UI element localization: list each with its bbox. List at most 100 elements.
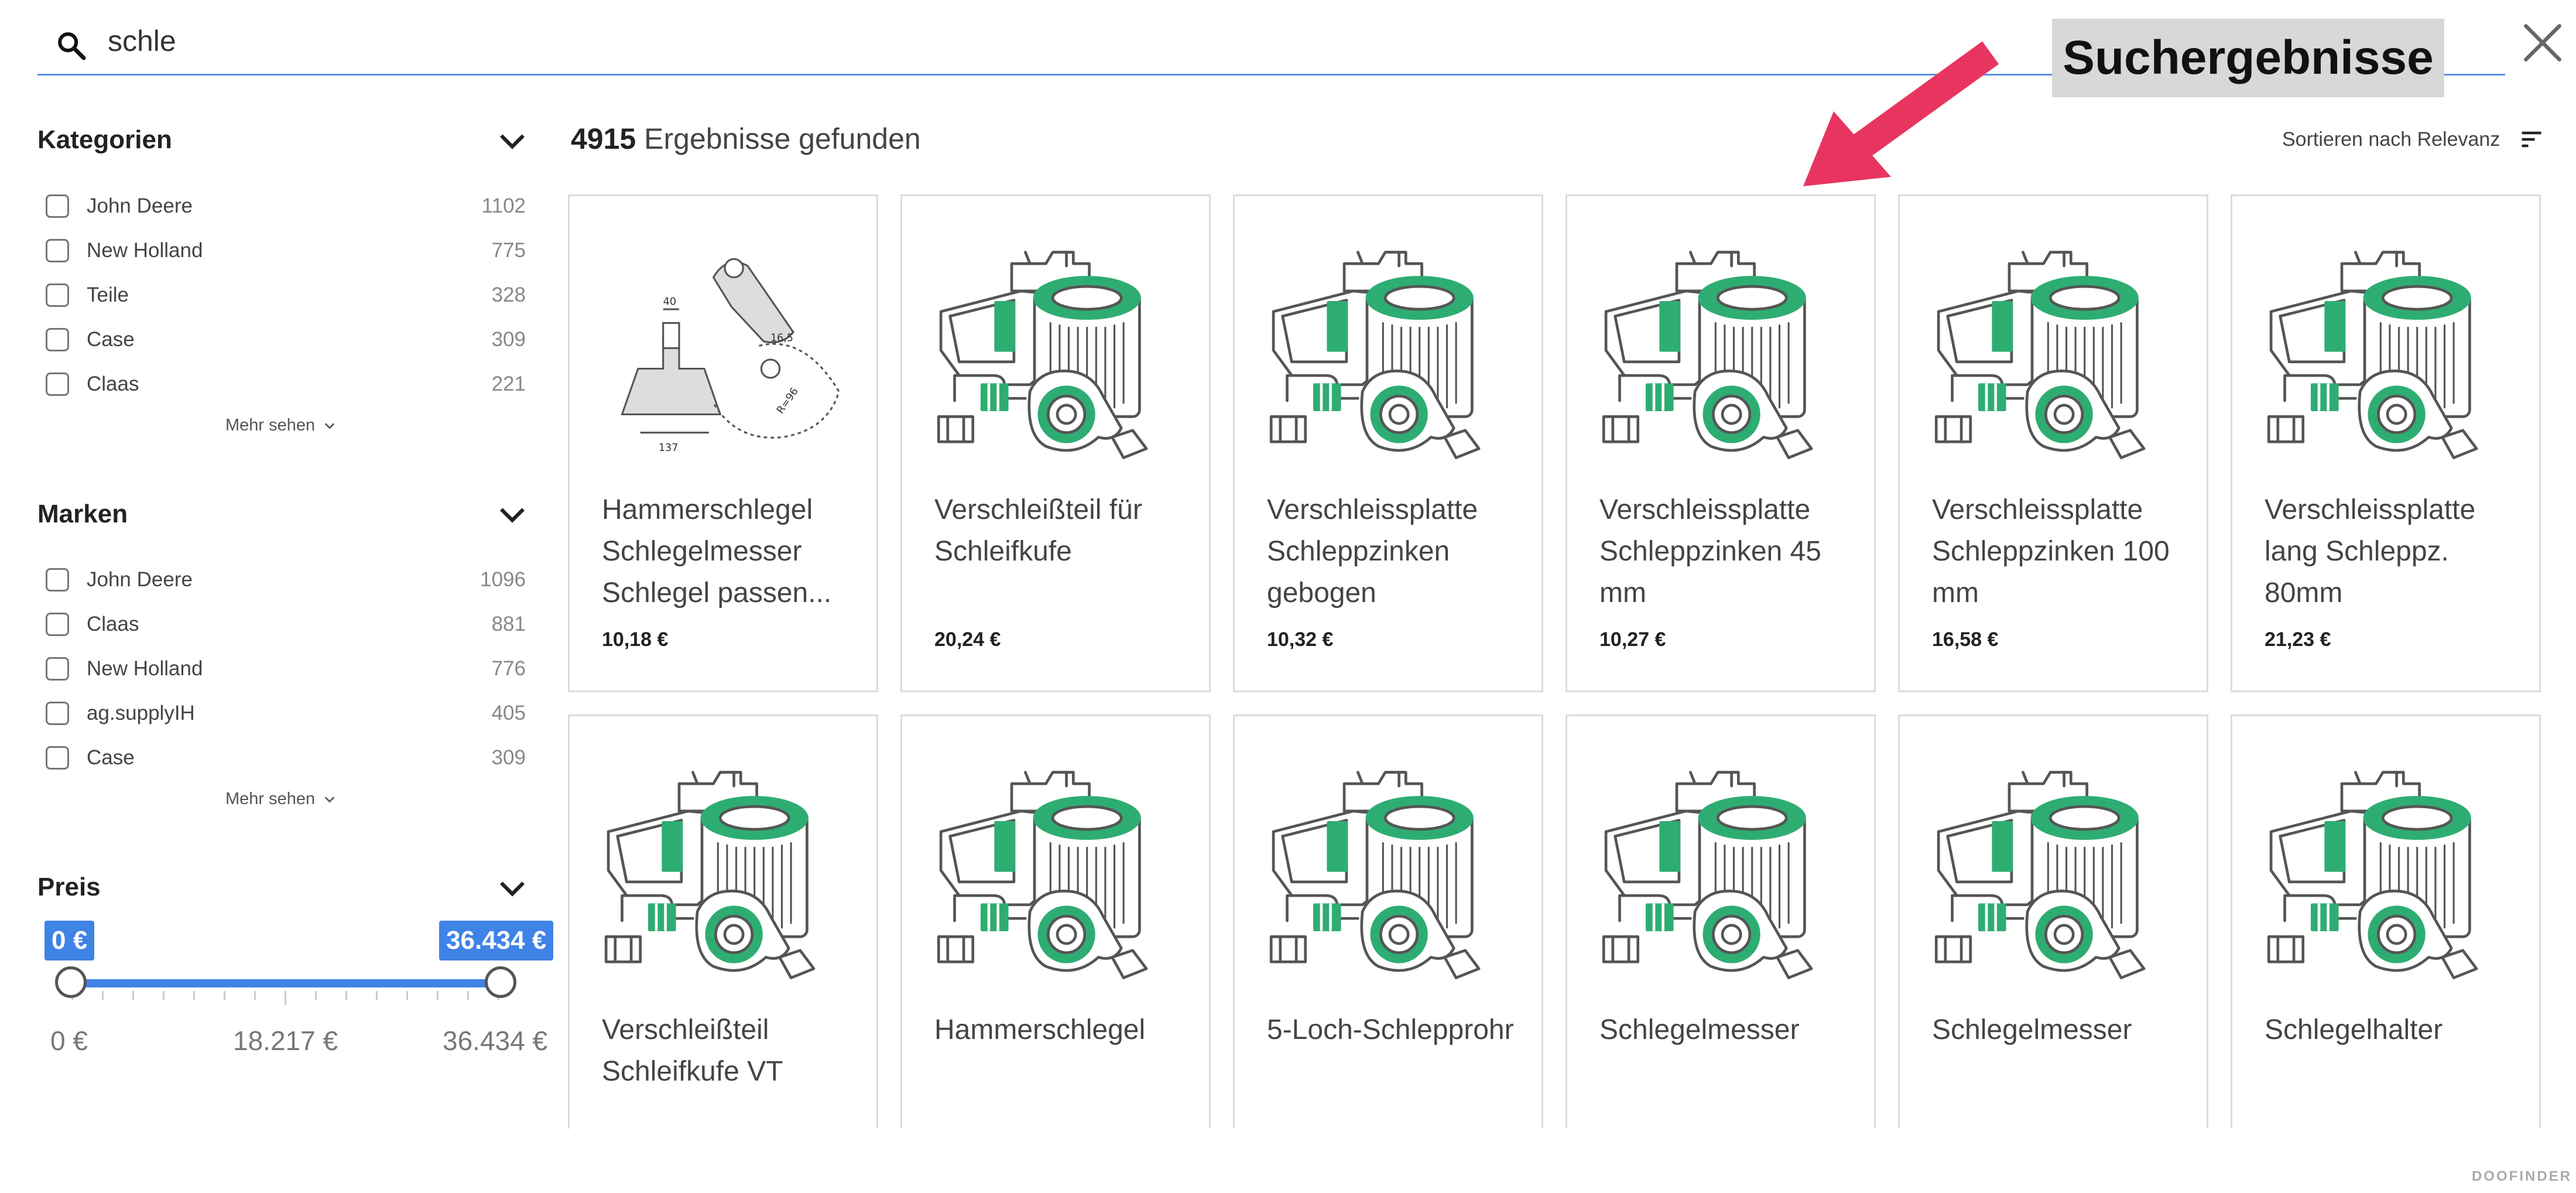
facet-option-label: Claas xyxy=(87,613,139,635)
product-card[interactable]: Schlegelhalter29,16 € xyxy=(2231,715,2541,1129)
facet-option-count: 221 xyxy=(491,372,526,395)
facet-option-count: 309 xyxy=(491,328,526,351)
chevron-down-icon[interactable] xyxy=(498,131,527,152)
facet-checkbox[interactable] xyxy=(46,328,69,351)
facet-option-brands[interactable]: New Holland 776 xyxy=(46,651,526,686)
results-count-label: Ergebnisse gefunden xyxy=(644,122,921,155)
product-image[interactable] xyxy=(2262,243,2513,471)
parts-placeholder-icon xyxy=(1934,771,2146,979)
product-title[interactable]: Verschleissplatte Schleppzinken 45 mm xyxy=(1599,489,1857,614)
facet-option-label: Claas xyxy=(87,372,139,395)
price-slider-tick xyxy=(132,991,134,1000)
price-slider-tick xyxy=(345,991,347,1000)
facet-checkbox[interactable] xyxy=(46,702,69,725)
product-title[interactable]: 5-Loch-Schlepprohr xyxy=(1267,1009,1525,1051)
facet-checkbox[interactable] xyxy=(46,657,69,681)
product-title[interactable]: Verschleissplatte Schleppzinken 100 mm xyxy=(1932,489,2190,614)
product-card[interactable]: 5-Loch-Schlepprohr49,20 € xyxy=(1233,715,1543,1129)
product-title[interactable]: Verschleissplatte Schleppzinken gebogen xyxy=(1267,489,1525,614)
facet-option-label: ag.supplyIH xyxy=(87,702,195,724)
chevron-down-icon[interactable] xyxy=(498,878,527,900)
product-image[interactable]: 40 16,5 137 R=96 xyxy=(599,243,851,471)
filter-sidebar: Kategorien John Deere 1102 New Holland 7… xyxy=(0,0,562,1193)
product-card[interactable]: 40 16,5 137 R=96 Hammerschlegel Schlegel… xyxy=(568,194,878,692)
product-title[interactable]: Verschleißteil für Schleifkufe xyxy=(934,489,1192,572)
product-title[interactable]: Schlegelmesser xyxy=(1599,1009,1857,1051)
facet-option-count: 328 xyxy=(491,283,526,306)
facet-checkbox[interactable] xyxy=(46,194,69,218)
product-image[interactable] xyxy=(1264,243,1516,471)
price-slider-tick xyxy=(315,991,317,1000)
product-title[interactable]: Hammerschlegel xyxy=(934,1009,1192,1051)
close-icon[interactable] xyxy=(2517,18,2568,68)
price-slider-tick xyxy=(224,991,225,1000)
facet-checkbox[interactable] xyxy=(46,283,69,307)
price-slider-tick xyxy=(102,991,104,1000)
parts-placeholder-icon xyxy=(1602,251,1813,459)
facet-checkbox[interactable] xyxy=(46,372,69,396)
sort-control[interactable]: Sortieren nach Relevanz xyxy=(2282,127,2544,152)
product-image[interactable] xyxy=(931,763,1183,992)
product-card[interactable]: Schlegelmesser7,05 € xyxy=(1898,715,2208,1129)
price-slider-tick xyxy=(376,991,378,1000)
dimension-label: 16,5 xyxy=(770,333,793,344)
facet-option-label: New Holland xyxy=(87,657,203,680)
parts-placeholder-icon xyxy=(1934,251,2146,459)
product-image[interactable] xyxy=(1597,763,1848,992)
chevron-down-icon[interactable] xyxy=(498,505,527,526)
price-slider-tick xyxy=(254,991,256,1000)
product-price: 16,58 € xyxy=(1932,628,1999,651)
product-card[interactable]: Verschleißteil Schleifkufe VT15,78 € xyxy=(568,715,878,1129)
dimension-label: 137 xyxy=(659,442,679,454)
product-image[interactable] xyxy=(1597,243,1848,471)
product-title[interactable]: Verschleissplatte lang Schleppz. 80mm xyxy=(2265,489,2522,614)
price-min-handle[interactable] xyxy=(55,966,87,998)
parts-placeholder-icon xyxy=(1602,771,1813,979)
chevron-down-icon xyxy=(324,422,335,429)
price-slider-track[interactable] xyxy=(70,979,501,987)
product-card[interactable]: Verschleissplatte Schleppzinken 45 mm 10,… xyxy=(1566,194,1876,692)
facet-option-label: John Deere xyxy=(87,194,193,217)
facet-option-label: Teile xyxy=(87,283,129,306)
facet-option-categories[interactable]: Case 309 xyxy=(46,322,526,357)
facet-option-categories[interactable]: Teile 328 xyxy=(46,278,526,313)
product-card[interactable]: Hammerschlegel28,40 € xyxy=(900,715,1211,1129)
facet-checkbox[interactable] xyxy=(46,746,69,770)
product-card[interactable]: Verschleißteil für Schleifkufe 20,24 € xyxy=(900,194,1211,692)
product-card[interactable]: Verschleissplatte lang Schleppz. 80mm 21,… xyxy=(2231,194,2541,692)
facet-checkbox[interactable] xyxy=(46,568,69,592)
facet-option-brands[interactable]: ag.supplyIH 405 xyxy=(46,696,526,731)
facet-title-brands: Marken xyxy=(37,500,128,528)
facet-option-count: 1102 xyxy=(481,194,526,217)
facet-option-brands[interactable]: Case 309 xyxy=(46,740,526,775)
price-slider-tick xyxy=(285,991,286,1005)
product-card[interactable]: Verschleissplatte Schleppzinken 100 mm 16… xyxy=(1898,194,2208,692)
product-image[interactable] xyxy=(931,243,1183,471)
price-max-handle[interactable] xyxy=(485,966,516,998)
facet-option-categories[interactable]: John Deere 1102 xyxy=(46,189,526,224)
price-slider-tick xyxy=(437,991,439,1000)
product-image[interactable] xyxy=(1929,243,2181,471)
dimension-label: 40 xyxy=(663,296,676,307)
facet-option-categories[interactable]: Claas 221 xyxy=(46,367,526,402)
facet-checkbox[interactable] xyxy=(46,239,69,262)
product-card[interactable]: Schlegelmesser2,03 € xyxy=(1566,715,1876,1129)
product-card[interactable]: Verschleissplatte Schleppzinken gebogen 1… xyxy=(1233,194,1543,692)
product-image[interactable] xyxy=(1264,763,1516,992)
brands-more-link[interactable]: Mehr sehen xyxy=(225,789,336,809)
product-image[interactable] xyxy=(1929,763,2181,992)
product-title[interactable]: Schlegelhalter xyxy=(2265,1009,2522,1051)
facet-option-brands[interactable]: John Deere 1096 xyxy=(46,562,526,597)
product-title[interactable]: Verschleißteil Schleifkufe VT xyxy=(602,1009,859,1092)
product-title[interactable]: Schlegelmesser xyxy=(1932,1009,2190,1051)
categories-more-link[interactable]: Mehr sehen xyxy=(225,416,336,435)
product-title[interactable]: Hammerschlegel Schlegelmesser Schlegel p… xyxy=(602,489,859,614)
product-image[interactable] xyxy=(2262,763,2513,992)
dimension-label: R=96 xyxy=(775,386,801,416)
product-image[interactable] xyxy=(599,763,851,992)
facet-option-brands[interactable]: Claas 881 xyxy=(46,607,526,642)
facet-checkbox[interactable] xyxy=(46,613,69,636)
facet-option-label: John Deere xyxy=(87,568,193,591)
flail-drawing-icon: 40 16,5 137 R=96 xyxy=(621,258,840,454)
facet-option-categories[interactable]: New Holland 775 xyxy=(46,233,526,268)
